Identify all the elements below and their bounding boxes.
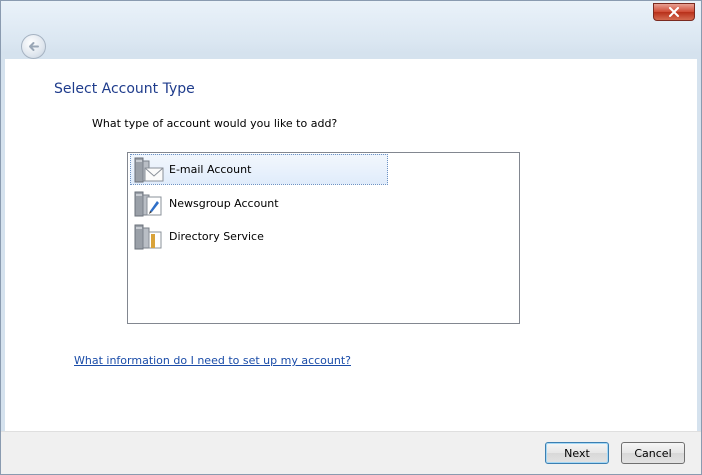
close-icon bbox=[669, 7, 679, 17]
list-item-label: Newsgroup Account bbox=[169, 197, 279, 210]
add-account-wizard-window: Select Account Type What type of account… bbox=[0, 0, 702, 475]
list-item-email-account[interactable]: E-mail Account bbox=[130, 154, 388, 185]
list-item-directory-service[interactable]: Directory Service bbox=[130, 221, 388, 252]
page-title: Select Account Type bbox=[54, 81, 195, 97]
cancel-button[interactable]: Cancel bbox=[621, 442, 685, 464]
back-button[interactable] bbox=[21, 34, 46, 59]
list-item-label: Directory Service bbox=[169, 230, 264, 243]
next-button[interactable]: Next bbox=[545, 442, 609, 464]
title-bar bbox=[1, 1, 701, 59]
directory-service-icon bbox=[134, 224, 162, 249]
button-bar: Next Cancel bbox=[1, 431, 701, 474]
wizard-content: Select Account Type What type of account… bbox=[5, 59, 697, 431]
close-button[interactable] bbox=[653, 3, 695, 21]
list-item-label: E-mail Account bbox=[169, 163, 252, 176]
account-type-question: What type of account would you like to a… bbox=[92, 117, 338, 130]
newsgroup-account-icon bbox=[134, 191, 162, 216]
setup-help-link[interactable]: What information do I need to set up my … bbox=[74, 354, 351, 367]
list-item-newsgroup-account[interactable]: Newsgroup Account bbox=[130, 188, 388, 219]
account-type-list[interactable]: E-mail Account Newsgroup Account Directo… bbox=[127, 152, 520, 324]
email-account-icon bbox=[134, 157, 164, 182]
back-arrow-icon bbox=[29, 42, 39, 51]
